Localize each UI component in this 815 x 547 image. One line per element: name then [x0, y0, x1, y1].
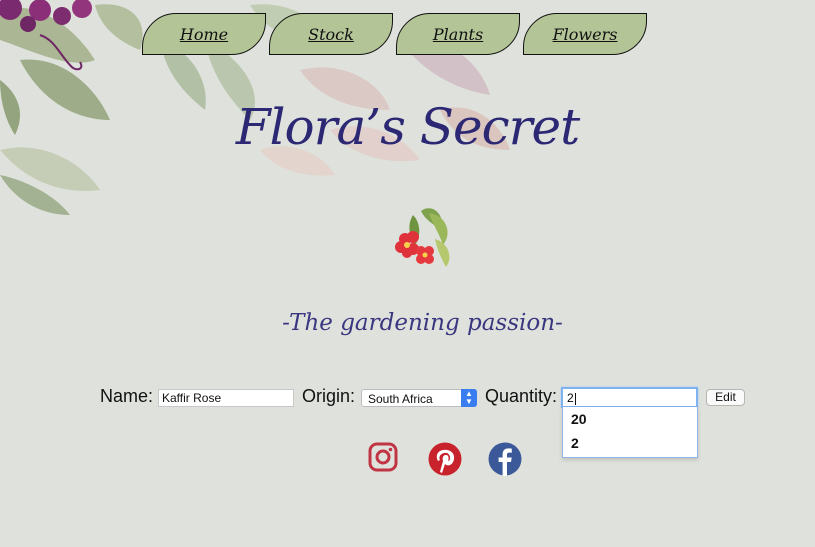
autocomplete-option[interactable]: 20 [563, 407, 697, 431]
botanical-background [0, 0, 510, 215]
nav-tab-home[interactable]: Home [142, 13, 266, 55]
origin-select-value: South Africa [368, 392, 433, 406]
name-label: Name: [100, 386, 154, 406]
nav-tab-stock[interactable]: Stock [269, 13, 393, 55]
facebook-icon[interactable] [488, 442, 522, 476]
quantity-value: 2 [567, 391, 574, 405]
nav-tab-flowers[interactable]: Flowers [523, 13, 647, 55]
instagram-icon[interactable] [366, 440, 400, 474]
autocomplete-option[interactable]: 2 [563, 431, 697, 455]
edit-button[interactable]: Edit [706, 389, 745, 406]
quantity-label: Quantity: [485, 386, 558, 406]
flower-logo-icon [395, 208, 450, 267]
nav-tab-plants[interactable]: Plants [396, 13, 520, 55]
origin-label: Origin: [302, 386, 356, 406]
tagline: -The gardening passion- [282, 310, 563, 336]
text-cursor [574, 392, 576, 405]
site-title: Flora’s Secret [235, 98, 580, 156]
quantity-autocomplete-dropdown: 20 2 [562, 407, 698, 458]
main-nav: Home Stock Plants Flowers [142, 13, 647, 55]
name-input[interactable]: Kaffir Rose [158, 389, 294, 407]
quantity-input[interactable]: 2 [561, 387, 698, 408]
pinterest-icon[interactable] [428, 442, 462, 476]
origin-select[interactable]: South Africa ▲ ▼ [361, 389, 477, 407]
select-arrows-icon: ▲ ▼ [461, 389, 477, 407]
